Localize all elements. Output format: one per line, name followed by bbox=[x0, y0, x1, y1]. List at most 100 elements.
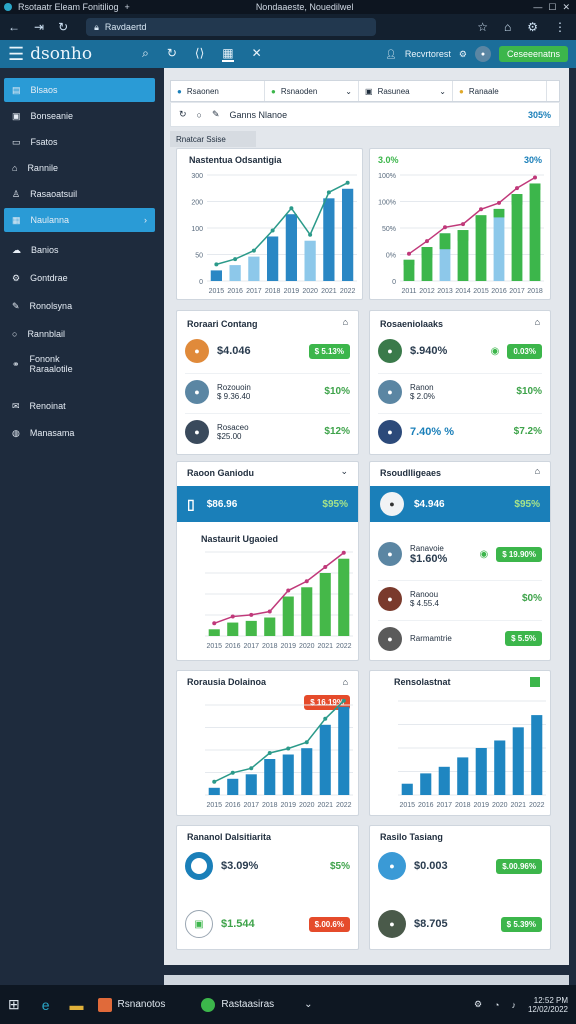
sidebar-item-5[interactable]: ♙ Rasaoatsuil bbox=[4, 182, 155, 206]
sync-icon[interactable]: ↻ bbox=[167, 46, 177, 62]
hamburger-menu-icon[interactable]: ☰ bbox=[8, 44, 24, 65]
address-bar[interactable]: 🔒︎ Ravdaertd bbox=[86, 18, 377, 36]
sidebar-item-label: Banios bbox=[31, 245, 59, 255]
avatar: ● bbox=[378, 586, 402, 611]
maximize-icon[interactable]: ☐ bbox=[548, 2, 556, 13]
forward-icon[interactable]: ⇥ bbox=[34, 20, 44, 34]
code-icon[interactable]: ⟨⟩ bbox=[195, 46, 204, 62]
sidebar-item-2[interactable]: ▣ Bonseanie bbox=[4, 104, 155, 128]
card-menu-icon[interactable]: ⌂ bbox=[535, 466, 540, 476]
list-item[interactable]: ● Rosaceo $25.00 $12% bbox=[185, 413, 350, 449]
list-item[interactable]: ● Rozouoin $ 9.36.40 $10% bbox=[185, 373, 350, 409]
tick-label: 2016 bbox=[418, 802, 434, 809]
list-item[interactable]: ● Ranavoie $1.60% ◉ $ 19.90% bbox=[378, 536, 542, 572]
list-item[interactable]: ● $0.003 $.00.96% bbox=[378, 848, 542, 884]
chevron-down-icon[interactable]: ⌄ bbox=[304, 999, 312, 1010]
tick-label: 2018 bbox=[265, 288, 281, 295]
highlight-banner[interactable]: ● $4.946 $95% bbox=[370, 486, 550, 522]
sidebar-item-13[interactable]: ◍ Manasama bbox=[4, 421, 155, 445]
avatar: ● bbox=[378, 542, 402, 566]
search-icon[interactable]: ⌕ bbox=[142, 46, 149, 62]
sidebar-item-6[interactable]: ▦ Naulanna › bbox=[4, 208, 155, 232]
list-item[interactable]: ▣ $1.544 $.00.6% bbox=[185, 906, 350, 942]
refresh-icon[interactable]: ↻ bbox=[58, 20, 68, 34]
close-icon[interactable]: ✕ bbox=[252, 46, 262, 62]
sidebar-item-7[interactable]: ☁ Banios bbox=[4, 238, 155, 262]
bar-line-chart: 2015 2016 2017 2018 2019 2020 2021 2022 0 50 100 20… bbox=[191, 173, 357, 295]
sidebar-item-11[interactable]: ⚭ Fononk Raraalotile bbox=[4, 352, 155, 376]
taskbar-item-2[interactable]: Rastaasiras bbox=[201, 997, 274, 1012]
sidebar-item-8[interactable]: ⚙ Gontdrae bbox=[4, 266, 155, 290]
bar bbox=[475, 748, 487, 795]
user-icon[interactable]: 👤︎ bbox=[385, 49, 396, 60]
metric-card-c: Raoon Ganiodu ⌄ ▯ $86.96 $95% Nastaurit Ug… bbox=[176, 461, 359, 661]
list-item[interactable]: ● Ranon $ 2.0% $10% bbox=[378, 373, 542, 409]
clock[interactable]: 12:52 PM 12/02/2022 bbox=[528, 996, 568, 1014]
card-menu-icon[interactable]: ⌂ bbox=[343, 677, 348, 687]
trend-point bbox=[425, 239, 429, 244]
bar-segment bbox=[511, 194, 523, 205]
settings-icon[interactable]: ⚙ bbox=[527, 20, 538, 34]
horizontal-scrollbar[interactable] bbox=[164, 975, 569, 985]
sidebar-item-4[interactable]: ⌂ Rannile bbox=[4, 156, 155, 180]
sidebar-item-label: Bonseanie bbox=[30, 111, 74, 121]
edit-icon[interactable]: ✎ bbox=[212, 109, 220, 120]
trend-point bbox=[533, 175, 537, 180]
minimize-icon[interactable]: — bbox=[533, 2, 542, 12]
tick-label: 2021 bbox=[317, 643, 333, 650]
avatar[interactable]: ● bbox=[474, 46, 491, 62]
close-window-icon[interactable]: ✕ bbox=[562, 2, 576, 13]
refresh-icon[interactable]: ↻ bbox=[179, 109, 187, 120]
sidebar-item-1[interactable]: ▤ Blsaos bbox=[4, 78, 155, 102]
banner-right: $95% bbox=[322, 498, 348, 510]
card-menu-icon[interactable]: ⌂ bbox=[535, 317, 540, 327]
list-item[interactable]: ● $.940% ◉ 0.03% bbox=[378, 333, 542, 369]
browser-icon[interactable]: e bbox=[42, 997, 50, 1013]
star-icon[interactable]: ☆ bbox=[477, 20, 488, 34]
volume-icon[interactable]: ♪ bbox=[511, 1000, 516, 1010]
menu-dots-icon[interactable]: ⋮ bbox=[554, 20, 566, 34]
sidebar-item-10[interactable]: ○ Rannblail bbox=[4, 322, 155, 346]
new-tab-icon[interactable]: + bbox=[125, 2, 130, 12]
chevron-down-icon[interactable]: ⌄ bbox=[345, 87, 352, 96]
row-right: $10% bbox=[324, 386, 350, 397]
tab-2[interactable]: ● Rsnaoden ⌄ bbox=[265, 81, 359, 101]
back-icon[interactable]: ← bbox=[8, 20, 20, 34]
list-item[interactable]: ● Rarmamtrie $ 5.5% bbox=[378, 620, 542, 656]
row-pill: $ 5.5% bbox=[505, 631, 542, 646]
primary-action-button[interactable]: Ceseeenatns bbox=[498, 46, 568, 62]
grid-icon[interactable]: ▦ bbox=[222, 46, 234, 62]
sidebar-item-9[interactable]: ✎ Ronolsyna bbox=[4, 294, 155, 318]
highlight-banner[interactable]: ▯ $86.96 $95% bbox=[177, 486, 358, 522]
sidebar-item-12[interactable]: ✉ Renoinat bbox=[4, 394, 155, 418]
trend-point bbox=[497, 200, 501, 205]
tick-label: 2015 bbox=[206, 802, 222, 809]
chevron-down-icon[interactable]: ⌄ bbox=[439, 87, 446, 96]
tab-4[interactable]: ● Ranaale bbox=[453, 81, 547, 101]
list-item[interactable]: ● $4.046 $ 5.13% bbox=[185, 333, 350, 369]
list-item[interactable]: ● Ranoou $ 4.55.4 $0% bbox=[378, 580, 542, 616]
bar bbox=[493, 208, 505, 281]
tick-label: 2020 bbox=[299, 802, 315, 809]
search-icon[interactable]: ○ bbox=[197, 110, 202, 120]
list-item[interactable]: ● $8.705 $ 5.39% bbox=[378, 906, 542, 942]
list-item[interactable]: $3.09% $5% bbox=[185, 848, 350, 884]
windows-start-icon[interactable]: ⊞ bbox=[8, 996, 20, 1013]
user-label[interactable]: Recvrtorest bbox=[405, 49, 451, 59]
sidebar-item-3[interactable]: ▭ Fsatos bbox=[4, 130, 155, 154]
row-value: $1.544 bbox=[221, 918, 255, 930]
extensions-icon[interactable]: ⌂ bbox=[504, 20, 511, 34]
row-name: Ranavoie bbox=[410, 543, 444, 553]
tab-1[interactable]: ● Rsaonen bbox=[171, 81, 265, 101]
list-item[interactable]: ● 7.40% % $7.2% bbox=[378, 413, 542, 449]
tick-label: 2017 bbox=[436, 802, 452, 809]
folder-icon[interactable]: ▬ bbox=[70, 997, 84, 1013]
taskbar-item-1[interactable]: Rsnanotos bbox=[97, 997, 165, 1012]
wifi-icon[interactable]: ◔ bbox=[494, 1000, 499, 1010]
network-icon[interactable]: ⚙ bbox=[474, 999, 482, 1010]
chevron-down-icon[interactable]: ⌄ bbox=[340, 466, 348, 477]
row-pill: 0.03% bbox=[507, 343, 542, 359]
card-menu-icon[interactable]: ⌂ bbox=[343, 317, 348, 327]
tab-3[interactable]: ▣ Rasunea ⌄ bbox=[359, 81, 453, 101]
settings-gear-icon[interactable]: ⚙ bbox=[459, 49, 467, 60]
